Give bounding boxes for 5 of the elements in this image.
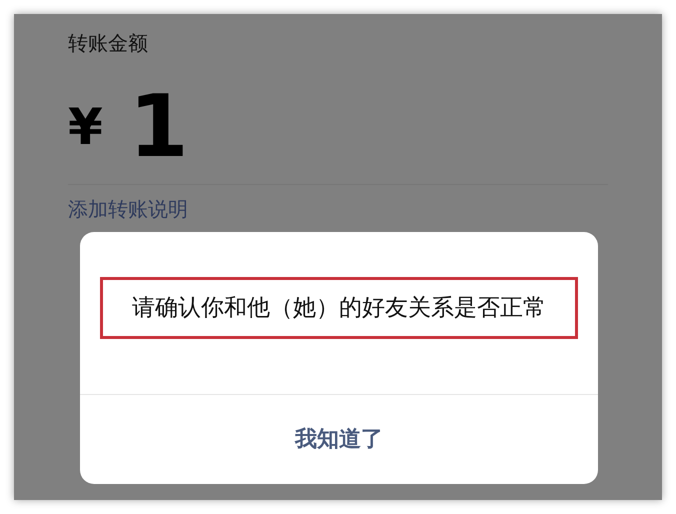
amount-label: 转账金额 <box>68 30 149 57</box>
amount-value: 1 <box>128 84 189 170</box>
dialog-message: 请确认你和他（她）的好友关系是否正常 <box>100 276 578 340</box>
currency-symbol: ¥ <box>68 102 103 152</box>
acknowledge-button[interactable]: 我知道了 <box>289 422 389 457</box>
